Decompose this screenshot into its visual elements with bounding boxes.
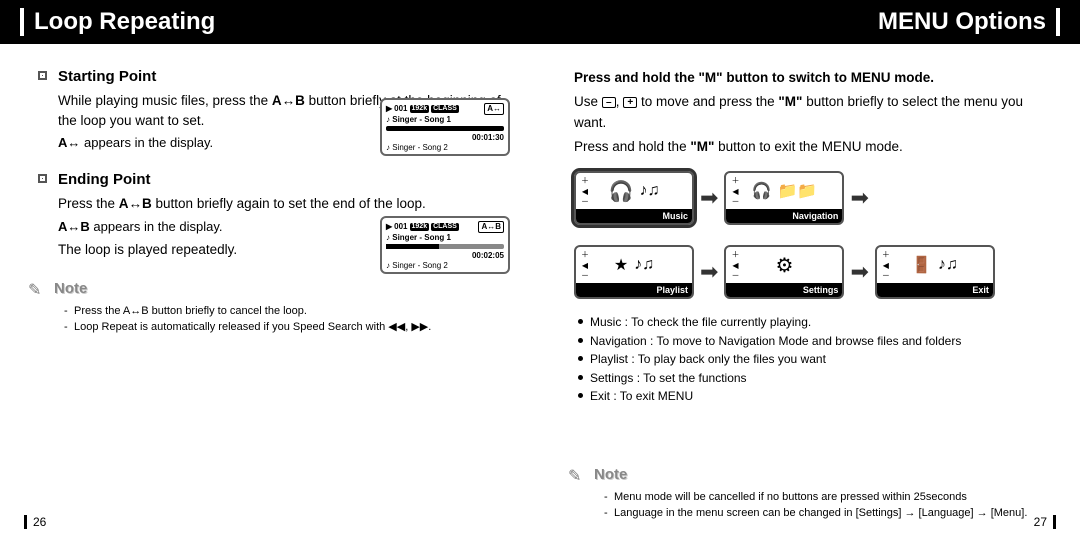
desc-item: Music : To check the file currently play… — [578, 313, 1056, 332]
ab-indicator: A↔B — [478, 221, 504, 233]
arrow-right-icon: ➡ — [700, 185, 718, 211]
square-bullet-icon — [38, 174, 47, 183]
manual-spread: Loop Repeating Starting Point While play… — [0, 0, 1080, 539]
page-title-right: MENU Options — [878, 8, 1046, 36]
elapsed-time: 00:01:30 — [386, 133, 504, 143]
play-icon: ▶ — [386, 104, 392, 114]
menu-playlist: ＋◀－ ★♪♫ Playlist — [574, 245, 694, 299]
plus-key-icon: + — [623, 97, 637, 108]
note-item: Press the A↔B button briefly to cancel t… — [64, 303, 516, 320]
note-item: Language in the menu screen can be chang… — [604, 505, 1056, 522]
page-left: Loop Repeating Starting Point While play… — [0, 0, 540, 539]
end-paragraph-1: Press the A↔B button briefly again to se… — [58, 194, 516, 214]
menu-description-list: Music : To check the file currently play… — [578, 313, 1056, 406]
desc-item: Exit : To exit MENU — [578, 387, 1056, 406]
desc-item: Playlist : To play back only the files y… — [578, 350, 1056, 369]
play-icon: ▶ — [386, 222, 392, 232]
note-item: Loop Repeat is automatically released if… — [64, 319, 516, 336]
intro-line-3: Press and hold the "M" button to exit th… — [574, 137, 1056, 157]
notes-icon: ♪♫ — [639, 182, 659, 200]
display-screenshot-a: ▶ 001 192k CLASS A↔ ♪ Singer - Song 1 00… — [380, 98, 510, 156]
menu-intro: Press and hold the "M" button to switch … — [564, 68, 1056, 157]
note-icon: ♪ — [386, 261, 390, 270]
notes-icon: ♪♫ — [938, 256, 958, 274]
note-heading: Note — [54, 280, 516, 297]
note-block-left: ✎ Note Press the A↔B button briefly to c… — [24, 280, 516, 336]
heading-ending-point: Ending Point — [58, 171, 516, 188]
note-block-right: ✎ Note Menu mode will be cancelled if no… — [564, 466, 1056, 522]
page-title-left: Loop Repeating — [34, 8, 215, 36]
star-icon: ★ — [614, 255, 628, 275]
menu-navigation: ＋◀－ 🎧📁📁 Navigation — [724, 171, 844, 225]
page-number-left: 26 — [24, 515, 46, 529]
arrow-right-icon: ➡ — [850, 185, 868, 211]
gear-icon: ⚙ — [775, 253, 793, 278]
desc-item: Navigation : To move to Navigation Mode … — [578, 332, 1056, 351]
menu-music: ＋◀－ 🎧♪♫ Music — [574, 171, 694, 225]
progress-bar — [386, 244, 504, 249]
arrow-right-icon: ➡ — [700, 259, 718, 285]
menu-settings: ＋◀－ ⚙ Settings — [724, 245, 844, 299]
page-right: MENU Options Press and hold the "M" butt… — [540, 0, 1080, 539]
pencil-icon: ✎ — [28, 280, 41, 300]
square-bullet-icon — [38, 71, 47, 80]
header-rule-icon — [1056, 8, 1060, 36]
minus-key-icon: – — [602, 97, 616, 108]
headphones-icon: 🎧 — [752, 181, 772, 201]
elapsed-time: 00:02:05 — [386, 251, 504, 261]
display-screenshot-b: ▶ 001 192k CLASS A↔B ♪ Singer - Song 1 0… — [380, 216, 510, 274]
header-right: MENU Options — [540, 0, 1080, 44]
note-icon: ♪ — [386, 143, 390, 152]
note-icon: ♪ — [386, 233, 390, 242]
note-icon: ♪ — [386, 115, 390, 124]
heading-starting-point: Starting Point — [58, 68, 516, 85]
menu-preview-row: ＋◀－ 🎧♪♫ Music ➡ ＋◀－ 🎧📁📁 Navigation ➡ ＋◀－… — [574, 171, 1056, 299]
door-icon: 🚪 — [912, 255, 932, 275]
header-rule-icon — [20, 8, 24, 36]
intro-line-1: Press and hold the "M" button to switch … — [574, 70, 934, 85]
header-left: Loop Repeating — [0, 0, 540, 44]
note-heading: Note — [594, 466, 1056, 483]
progress-bar — [386, 126, 504, 131]
desc-item: Settings : To set the functions — [578, 369, 1056, 388]
note-item: Menu mode will be cancelled if no button… — [604, 489, 1056, 506]
notes-icon: ♪♫ — [634, 256, 654, 274]
folder-icon: 📁📁 — [777, 181, 817, 201]
page-number-right: 27 — [1034, 515, 1056, 529]
menu-exit: ＋◀－ 🚪♪♫ Exit — [875, 245, 995, 299]
pencil-icon: ✎ — [568, 466, 581, 486]
ab-indicator: A↔ — [484, 103, 504, 115]
intro-line-2: Use –, + to move and press the "M" butto… — [574, 92, 1056, 133]
headphones-icon: 🎧 — [609, 179, 634, 204]
arrow-right-icon: ➡ — [850, 259, 868, 285]
